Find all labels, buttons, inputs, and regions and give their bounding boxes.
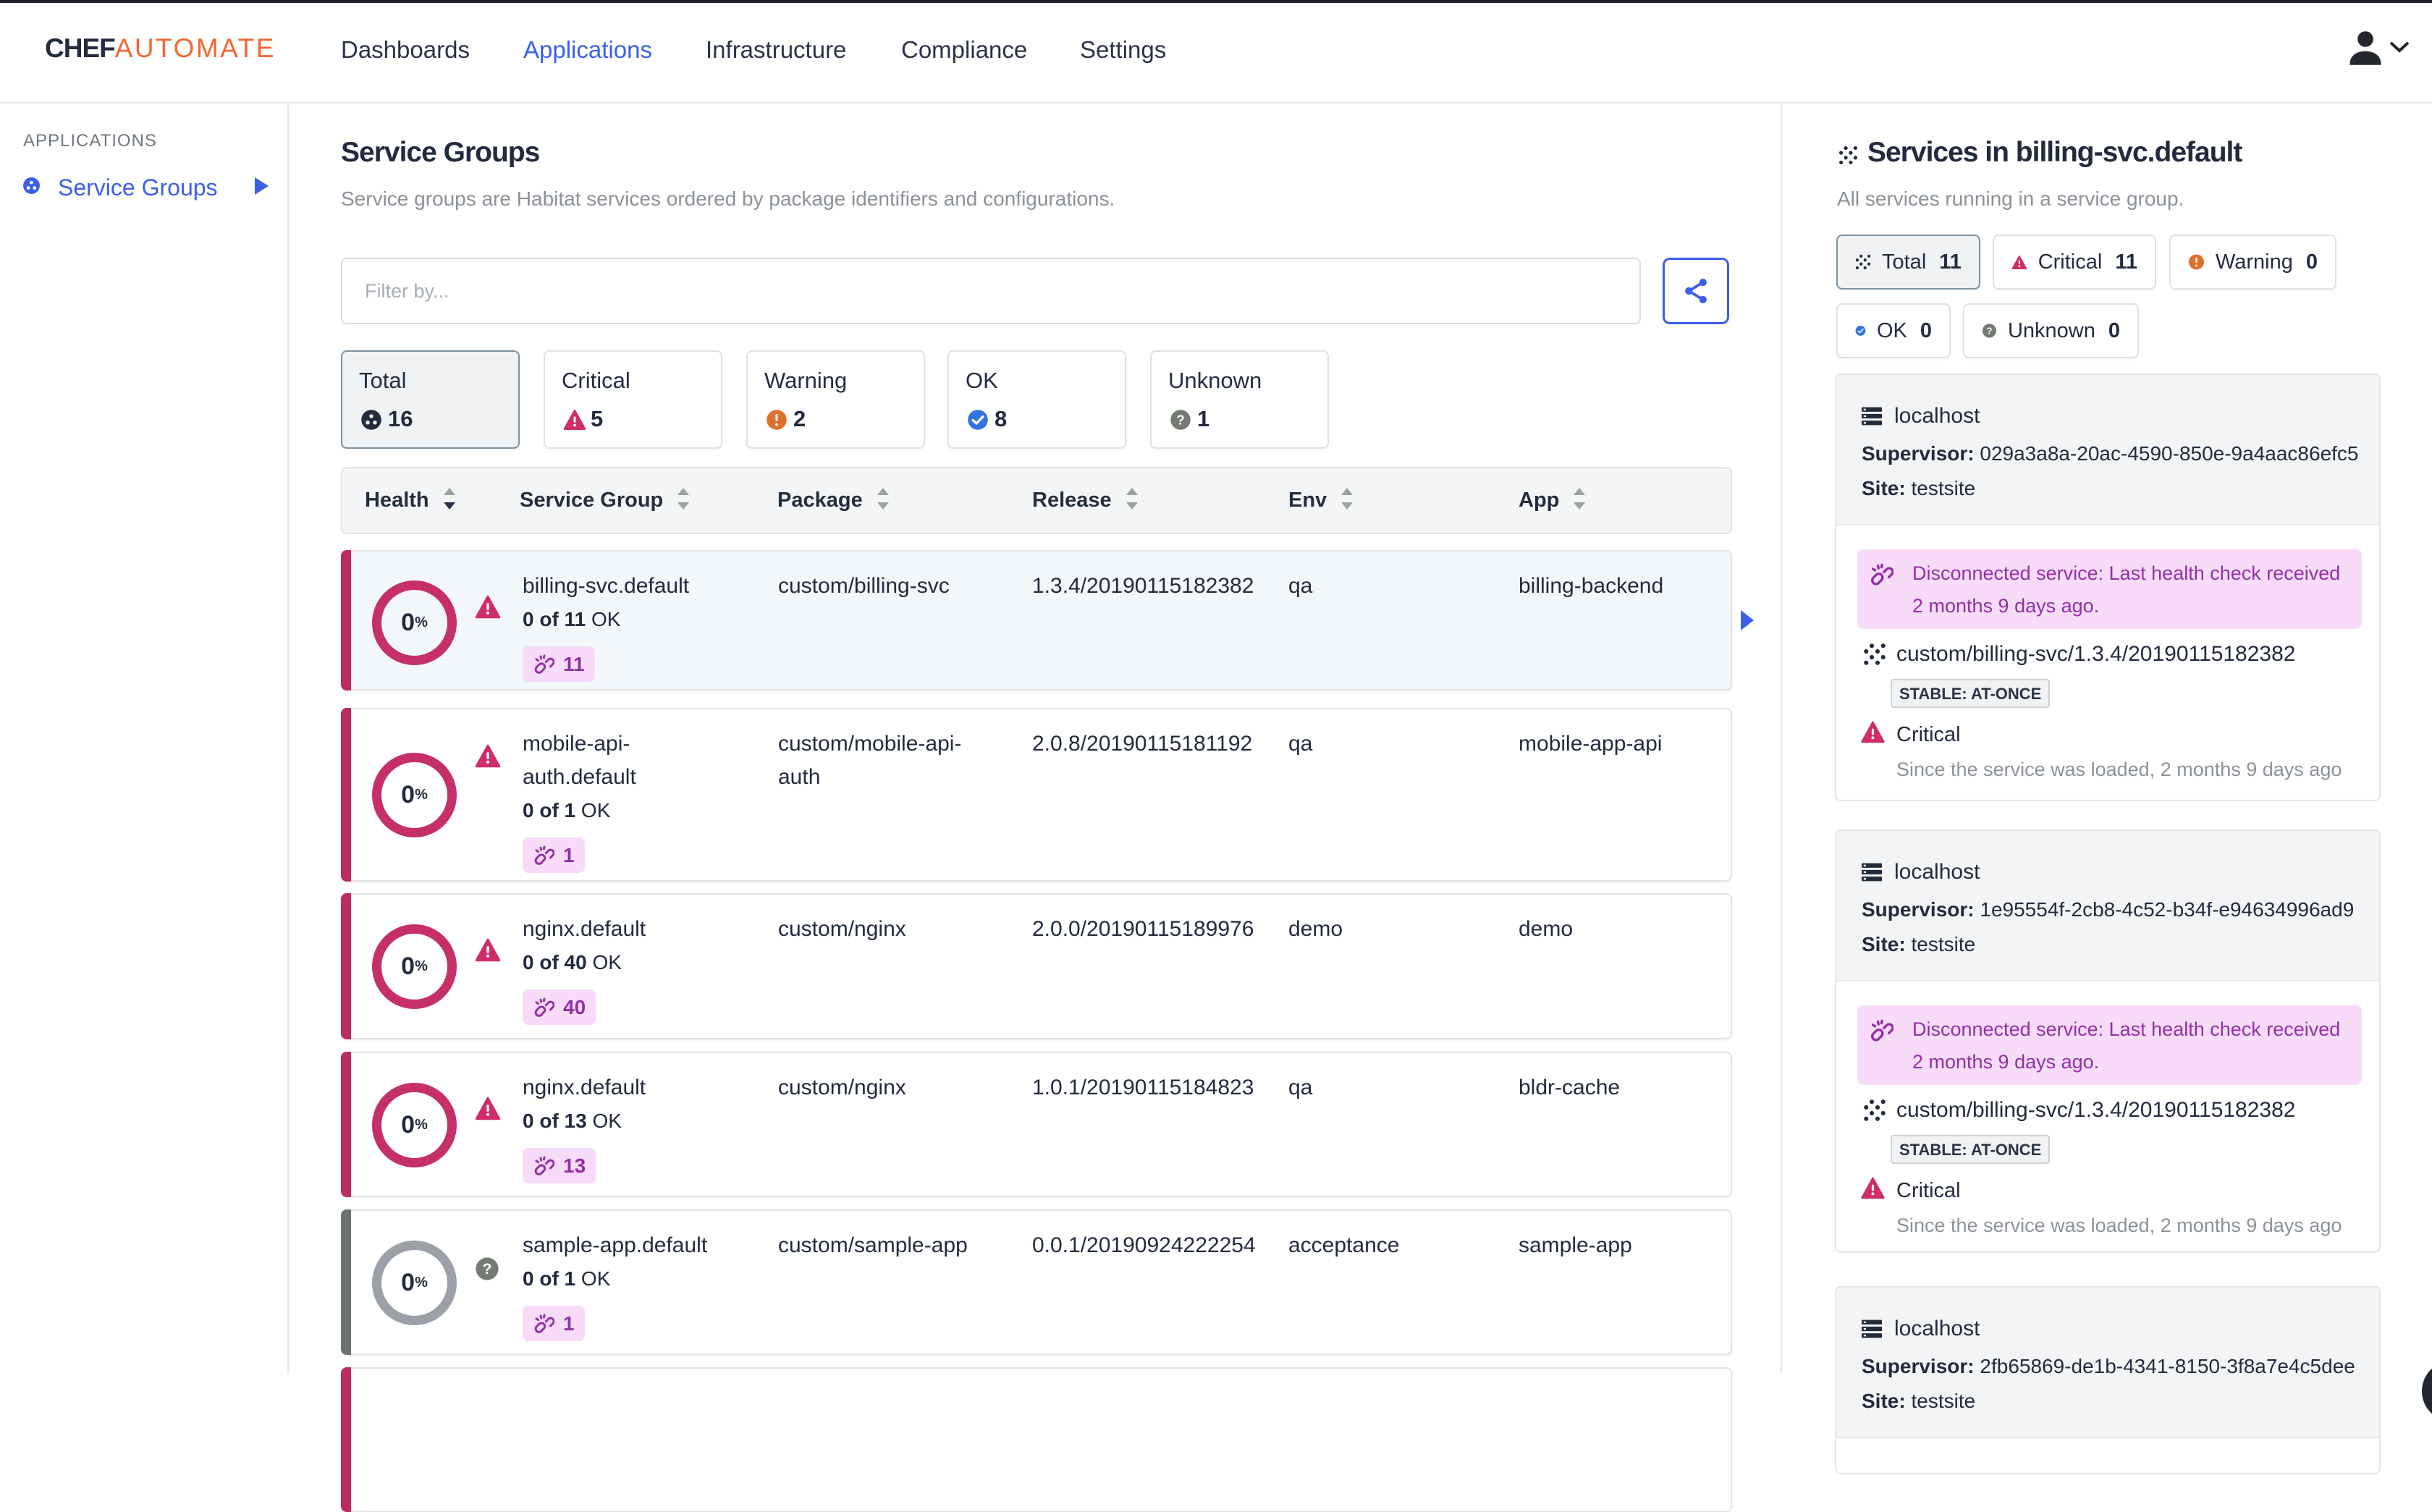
svg-text:?: ? — [1176, 412, 1184, 427]
svg-text:?: ? — [483, 1260, 492, 1277]
svg-text:?: ? — [1986, 325, 1992, 336]
